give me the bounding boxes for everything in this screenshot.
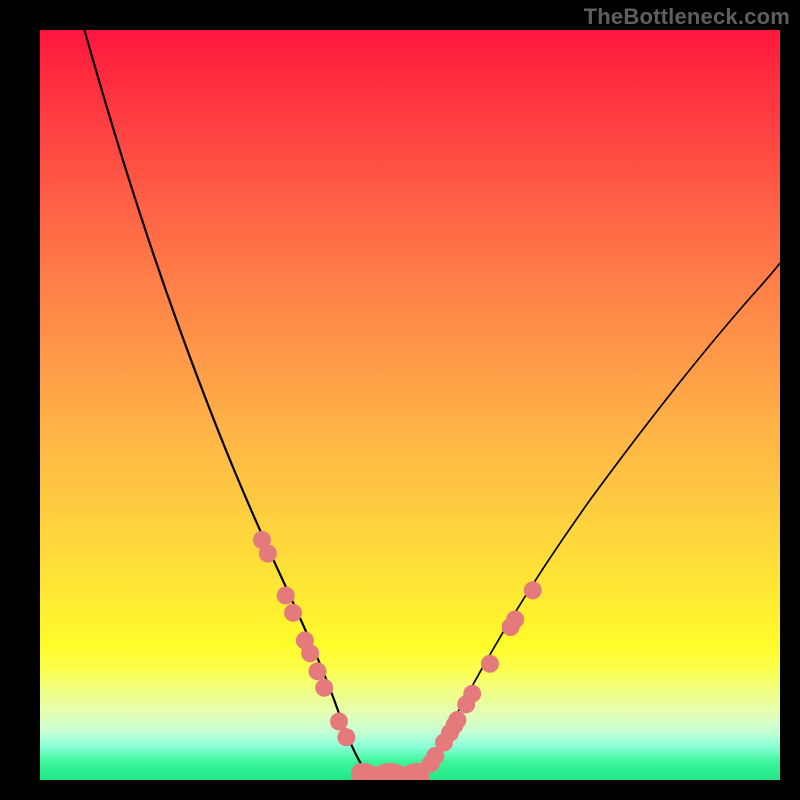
chart-frame: TheBottleneck.com: [0, 0, 800, 800]
marker-dot: [315, 679, 333, 697]
marker-dot: [330, 713, 348, 731]
marker-dot: [448, 711, 466, 729]
marker-dot: [301, 644, 319, 662]
bottom-marker-cluster: [351, 763, 429, 780]
plot-area: [40, 30, 780, 780]
marker-dot: [309, 662, 327, 680]
marker-dot: [524, 581, 542, 599]
marker-dot: [277, 587, 295, 605]
marker-dot: [463, 685, 481, 703]
marker-group: [253, 531, 542, 773]
watermark-text: TheBottleneck.com: [584, 4, 790, 30]
marker-dot: [481, 655, 499, 673]
marker-dot: [337, 728, 355, 746]
marker-dot: [259, 545, 277, 563]
marker-dot: [506, 611, 524, 629]
chart-svg: [40, 30, 780, 780]
left-curve: [84, 30, 369, 775]
marker-dot: [284, 604, 302, 622]
